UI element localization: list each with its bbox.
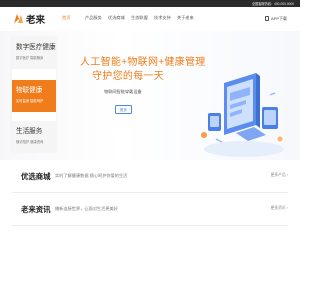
brand-name: 老来: [26, 15, 46, 26]
side-menu-item-title: 生活服务: [16, 128, 43, 135]
side-menu-item-title: 数字医疗健康: [16, 44, 56, 51]
divider: [12, 192, 288, 193]
iot-devices-illustration: [201, 73, 284, 157]
nav-item-mall[interactable]: 优选商城: [108, 15, 131, 23]
phone-icon: [264, 16, 269, 21]
hero-title-line2: 守护您的每一天: [92, 71, 165, 82]
side-menu-item-life-service[interactable]: 生活服务 随访陪护 健康咨询: [12, 121, 56, 153]
side-menu-item-sub: 随访陪护 健康咨询: [16, 140, 44, 144]
section-title: 老来资讯: [21, 205, 51, 214]
side-menu-item-sub: 数字医疗 智能随身: [16, 56, 44, 60]
app-download-label: APP下载: [270, 16, 287, 21]
section-desc: 播新连接世界，让面对生活更美好: [55, 206, 118, 211]
side-menu-item-iot-health[interactable]: 物联健康 实时监测 智能呵护: [12, 80, 56, 112]
more-products-link[interactable]: 更多产品 ›: [270, 173, 288, 178]
news-section: 老来资讯 播新连接世界，让面对生活更美好 更多资讯 ›: [0, 194, 300, 224]
side-menu-item-title: 物联健康: [16, 87, 43, 94]
nav-item-products[interactable]: 产品服务: [85, 15, 108, 23]
nav-item-home[interactable]: 首页: [62, 15, 85, 23]
hotline-text: 全国客服热线：400-000-0000: [251, 2, 294, 6]
top-bar: 全国客服热线：400-000-0000: [0, 0, 300, 7]
hero-more-button[interactable]: 更多: [115, 105, 132, 114]
more-news-link[interactable]: 更多资讯 ›: [270, 206, 288, 211]
app-download-link[interactable]: APP下载: [264, 16, 287, 22]
nav-item-alliance[interactable]: 生态联盟: [131, 15, 154, 23]
brand-logo[interactable]: 老来: [13, 11, 53, 27]
hero-banner: 数字医疗健康 数字医疗 智能随身 物联健康 实时监测 智能呵护 生活服务 随访陪…: [0, 31, 300, 160]
nav-item-support[interactable]: 技术支持: [154, 15, 177, 23]
brand-logo-icon: [14, 14, 23, 23]
main-nav: 首页 产品服务 优选商城 生态联盟 技术支持 关于老来: [62, 15, 200, 23]
divider: [12, 225, 288, 226]
hero-subtitle: 物联网智能穿戴设备: [104, 89, 142, 94]
side-menu-item-sub: 实时监测 智能呵护: [16, 99, 44, 103]
section-desc: 实时了解健康数据 随心呵护你爱的生活: [55, 173, 128, 178]
nav-item-about[interactable]: 关于老来: [177, 15, 200, 23]
side-menu-item-digital-health[interactable]: 数字医疗健康 数字医疗 智能随身: [12, 37, 56, 69]
mall-section: 优选商城 实时了解健康数据 随心呵护你爱的生活 更多产品 ›: [0, 161, 300, 191]
site-header: 老来 首页 产品服务 优选商城 生态联盟 技术支持 关于老来 APP下载: [0, 7, 300, 31]
section-title: 优选商城: [21, 172, 51, 181]
hero-title-line1: 人工智能+物联网+健康管理: [80, 57, 206, 68]
side-menu: 数字医疗健康 数字医疗 智能随身 物联健康 实时监测 智能呵护 生活服务 随访陪…: [12, 37, 56, 153]
